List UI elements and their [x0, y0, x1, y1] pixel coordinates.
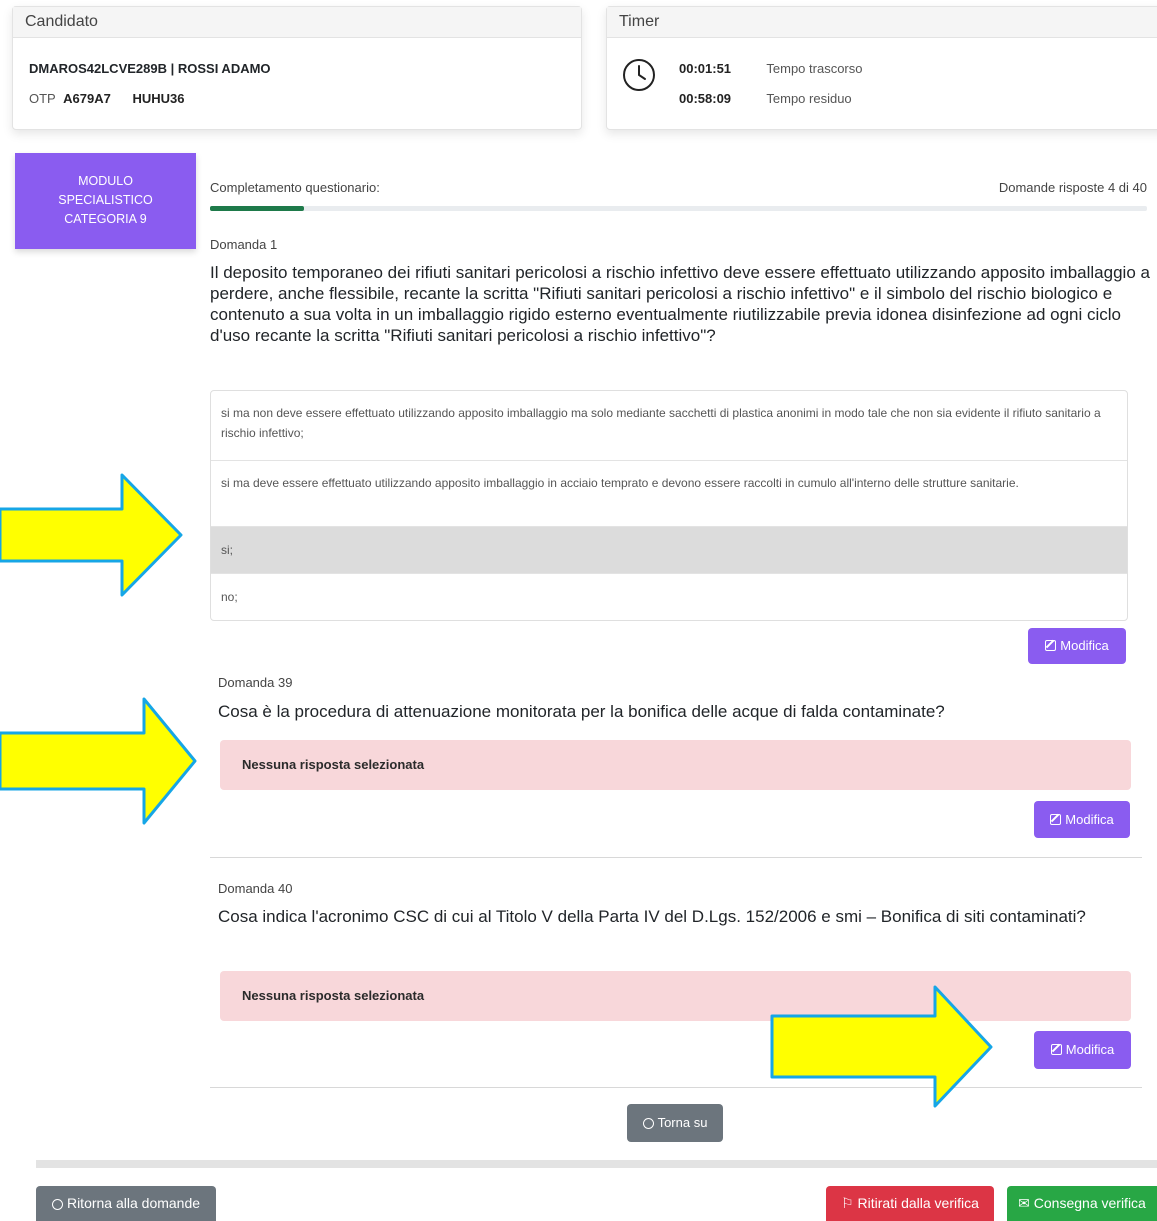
otp-label: OTP	[29, 91, 56, 106]
answer-option[interactable]: no;	[211, 574, 1127, 620]
question-39-edit-button[interactable]: Modifica	[1034, 801, 1130, 838]
remaining-value: 00:58:09	[679, 91, 732, 106]
arrow-up-circle-icon	[642, 1118, 654, 1129]
question-1-number: Domanda 1	[210, 237, 278, 252]
question-40-number: Domanda 40	[218, 881, 293, 896]
remaining-label: Tempo residuo	[766, 91, 852, 106]
progress-bar	[210, 206, 1147, 211]
clock-icon	[623, 59, 655, 91]
question-39-no-answer: Nessuna risposta selezionata	[220, 740, 1131, 790]
answer-option[interactable]: si ma deve essere effettuato utilizzando…	[211, 461, 1127, 527]
timer-card: Timer 00:01:51 Tempo trascorso 00:58:09 …	[606, 6, 1157, 130]
module-badge: Modulo Specialistico Categoria 9	[15, 153, 196, 249]
question-39-text: Cosa è la procedura di attenuazione moni…	[218, 702, 945, 721]
elapsed-label: Tempo trascorso	[766, 61, 863, 76]
answer-option[interactable]: si ma non deve essere effettuato utilizz…	[211, 391, 1127, 461]
annotation-arrow-icon	[0, 697, 197, 825]
otp-code-secondary: HUHU36	[132, 91, 185, 106]
envelope-icon: ✉	[1018, 1195, 1034, 1211]
question-1-edit-button[interactable]: Modifica	[1028, 628, 1126, 664]
annotation-arrow-icon	[0, 473, 183, 597]
otp-code: A679A7	[63, 91, 111, 106]
progress-label: Completamento questionario:	[210, 180, 380, 195]
edit-icon	[1045, 640, 1057, 651]
return-to-questions-button[interactable]: Ritorna alla domande	[36, 1186, 216, 1221]
question-39-number: Domanda 39	[218, 675, 293, 690]
candidate-otp: OTP A679A7 HUHU36	[29, 91, 184, 106]
question-40-edit-button[interactable]: Modifica	[1034, 1031, 1131, 1069]
answer-option-selected[interactable]: si;	[211, 527, 1127, 574]
candidate-card: Candidato DMAROS42LCVE289B | ROSSI ADAMO…	[12, 6, 582, 130]
progress-bar-fill	[210, 206, 304, 211]
timer-header: Timer	[607, 7, 1157, 38]
progress-count: Domande risposte 4 di 40	[998, 180, 1147, 195]
withdraw-button[interactable]: ⚐ Ritirati dalla verifica	[826, 1186, 994, 1221]
question-1-text: Il deposito temporaneo dei rifiuti sanit…	[210, 263, 1150, 345]
remaining-row: 00:58:09 Tempo residuo	[679, 91, 852, 106]
separator	[210, 857, 1142, 858]
arrow-left-circle-icon	[51, 1199, 63, 1210]
module-line-2: Specialistico	[58, 193, 153, 207]
annotation-arrow-icon	[770, 985, 993, 1108]
footer-divider	[36, 1160, 1157, 1168]
elapsed-value: 00:01:51	[679, 61, 732, 76]
edit-icon	[1050, 814, 1062, 825]
candidate-id-name: DMAROS42LCVE289B | ROSSI ADAMO	[29, 61, 271, 76]
candidate-header: Candidato	[13, 7, 581, 38]
module-line-1: Modulo	[78, 174, 133, 188]
question-1-answers: si ma non deve essere effettuato utilizz…	[210, 390, 1128, 621]
separator	[210, 1087, 1142, 1088]
edit-icon	[1050, 1044, 1062, 1055]
flag-icon: ⚐	[841, 1195, 858, 1211]
question-40-no-answer: Nessuna risposta selezionata	[220, 971, 1131, 1021]
question-40-text: Cosa indica l'acronimo CSC di cui al Tit…	[218, 907, 1086, 926]
module-line-3: Categoria 9	[64, 212, 147, 226]
submit-button[interactable]: ✉ Consegna verifica	[1007, 1186, 1157, 1221]
back-to-top-button[interactable]: Torna su	[627, 1104, 723, 1142]
elapsed-row: 00:01:51 Tempo trascorso	[679, 61, 862, 76]
